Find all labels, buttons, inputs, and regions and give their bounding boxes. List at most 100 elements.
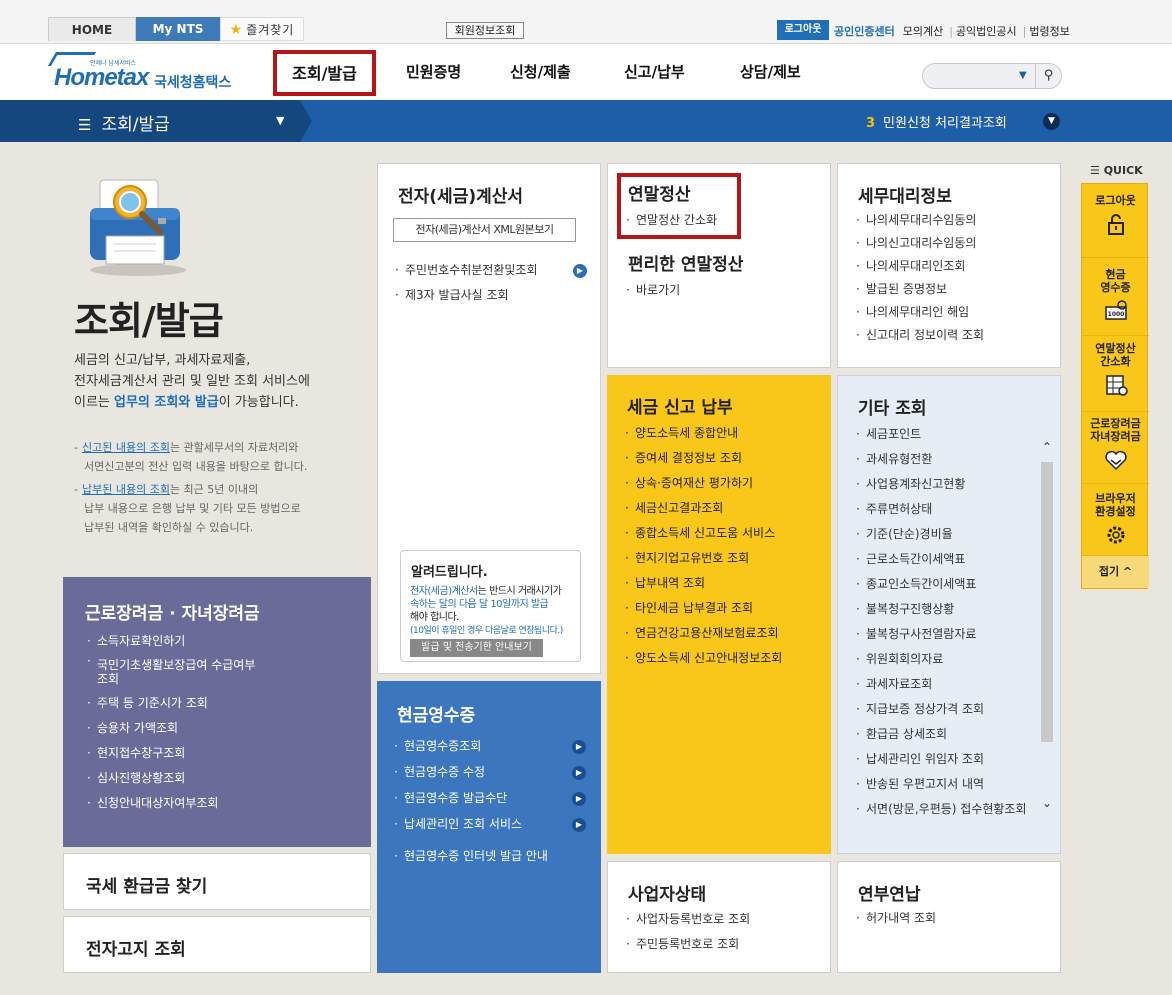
arrow-right-icon[interactable]: ▶: [572, 818, 586, 832]
list-item[interactable]: 나의세무대리인조회: [854, 255, 984, 278]
list-item[interactable]: 납세관리인 위임자 조회: [854, 747, 1040, 772]
card-tax-refund[interactable]: 국세 환급금 찾기: [63, 853, 371, 910]
scrollbar-thumb[interactable]: [1041, 462, 1053, 742]
arrow-right-icon[interactable]: ▶: [572, 766, 586, 780]
card-e-notice[interactable]: 전자고지 조회: [63, 916, 371, 973]
list-item[interactable]: 증여세 결정정보 조회: [623, 446, 782, 471]
list-item[interactable]: 서면(방문,우편등) 접수현황조회: [854, 797, 1040, 822]
alert-box: 알려드립니다. 전자(세금)계산서는 반드시 거래시기가 속하는 달의 다음 달…: [400, 550, 581, 662]
logout-button[interactable]: 로그아웃: [777, 20, 829, 40]
list-item[interactable]: 기준(단순)경비율: [854, 522, 1040, 547]
list-item[interactable]: 납부내역 조회: [623, 571, 782, 596]
list-item[interactable]: 종합소득세 신고도움 서비스: [623, 521, 782, 546]
list-item[interactable]: 심사진행상황조회: [85, 766, 255, 791]
list-item[interactable]: 위원회회의자료: [854, 647, 1040, 672]
list-item[interactable]: 현금영수증조회: [392, 733, 548, 759]
list-item[interactable]: 세금신고결과조회: [623, 496, 782, 521]
subnav-notice[interactable]: 3 민원신청 처리결과조회: [866, 112, 1007, 131]
tab-home[interactable]: HOME: [48, 17, 136, 41]
arrow-right-icon[interactable]: ▶: [572, 792, 586, 806]
search-input[interactable]: ▼ ⚲: [922, 63, 1062, 89]
gnb-consult-report[interactable]: 상담/제보: [740, 44, 801, 100]
link-cert-center[interactable]: 공인인증센터: [834, 25, 895, 38]
member-info-button[interactable]: 회원정보조회: [446, 22, 524, 39]
list-item[interactable]: 납세관리인 조회 서비스: [392, 811, 548, 837]
list-item[interactable]: 주민등록번호로 조회: [624, 932, 750, 957]
subnav-menu-button[interactable]: ☰ 조회/발급: [78, 110, 170, 135]
list-item[interactable]: 승용차 가액조회: [85, 716, 255, 741]
deadline-guide-button[interactable]: 발급 및 전송기한 안내보기: [410, 639, 543, 657]
list-item[interactable]: 현금영수증 발급수단: [392, 785, 548, 811]
list-item[interactable]: 과세유형전환: [854, 447, 1040, 472]
scrollbar[interactable]: ⌃ ⌄: [1039, 440, 1055, 822]
expand-circle-icon[interactable]: ▼: [1043, 113, 1060, 130]
arrow-right-icon[interactable]: ▶: [573, 264, 587, 278]
caret-down-icon[interactable]: ▼: [276, 114, 284, 127]
list-item[interactable]: 제3자 발급사실 조회: [393, 283, 537, 308]
list-item[interactable]: 사업용계좌신고현황: [854, 472, 1040, 497]
scroll-down-icon[interactable]: ⌄: [1039, 796, 1055, 812]
list-item[interactable]: 연금건강고용산재보험료조회: [623, 621, 782, 646]
list-item[interactable]: 양도소득세 종합안내: [623, 421, 782, 446]
gnb-inquiry-issue[interactable]: 조회/발급: [273, 50, 376, 96]
list-item[interactable]: 허가내역 조회: [854, 906, 936, 931]
search-icon[interactable]: ⚲: [1035, 64, 1061, 88]
list-item[interactable]: 주민번호수취분전환및조회: [393, 258, 537, 283]
xml-view-button[interactable]: 전자(세금)계산서 XML원본보기: [393, 218, 576, 242]
gnb-apply-submit[interactable]: 신청/제출: [510, 44, 571, 100]
list-item[interactable]: 상속·증여재산 평가하기: [623, 471, 782, 496]
list-item[interactable]: 현지기업고유번호 조회: [623, 546, 782, 571]
quick-browser-settings[interactable]: 브라우저 환경설정: [1082, 484, 1149, 556]
link-mock-calc[interactable]: 모의계산: [903, 25, 943, 38]
card-installment-payment: 연부연납 허가내역 조회: [837, 861, 1061, 973]
scroll-up-icon[interactable]: ⌃: [1039, 440, 1055, 456]
divider: |: [949, 25, 953, 38]
tab-my-nts[interactable]: My NTS: [136, 17, 220, 41]
arrow-right-icon[interactable]: ▶: [572, 740, 586, 754]
list-item[interactable]: 현금영수증 수정: [392, 759, 548, 785]
list-item[interactable]: 소득자료확인하기: [85, 629, 255, 654]
list-item[interactable]: 사업자등록번호로 조회: [624, 907, 750, 932]
link-law-info[interactable]: 법령정보: [1029, 25, 1069, 38]
list-item[interactable]: 종교인소득간이세액표: [854, 572, 1040, 597]
list-item[interactable]: 나의세무대리수임동의: [854, 209, 984, 232]
quick-year-end-simple[interactable]: 연말정산 간소화: [1082, 336, 1149, 412]
quick-earned-income-credit[interactable]: 근로장려금 자녀장려금: [1082, 412, 1149, 484]
list-item[interactable]: 타인세금 납부결과 조회: [623, 596, 782, 621]
list-item[interactable]: 주택 등 기준시가 조회: [85, 691, 255, 716]
list-item[interactable]: 주류면허상태: [854, 497, 1040, 522]
list-item[interactable]: 세금포인트: [854, 422, 1040, 447]
list-item[interactable]: 지급보증 정상가격 조회: [854, 697, 1040, 722]
quick-cash-receipt[interactable]: 현금 영수증 1000: [1082, 258, 1149, 336]
list-item[interactable]: 근로소득간이세액표: [854, 547, 1040, 572]
quick-logout[interactable]: 로그아웃: [1082, 184, 1149, 258]
list-item[interactable]: 신청안내대상자여부조회: [85, 791, 255, 816]
logo-korean: 국세청홈택스: [154, 75, 232, 91]
list-item[interactable]: 환급금 상세조회: [854, 722, 1040, 747]
gnb-civil-cert[interactable]: 민원증명: [406, 44, 461, 100]
favorites-label: 즐겨찾기: [246, 23, 295, 37]
svg-text:1000: 1000: [1107, 311, 1124, 318]
list-item[interactable]: 발급된 증명정보: [854, 278, 984, 301]
list-item[interactable]: 나의세무대리인 해임: [854, 301, 984, 324]
list-item[interactable]: 양도소득세 신고안내정보조회: [623, 646, 782, 671]
list-item[interactable]: 연말정산 간소화: [624, 208, 717, 233]
list-item[interactable]: 나의신고대리수임동의: [854, 232, 984, 255]
list-item[interactable]: 신고대리 정보이력 조회: [854, 324, 984, 347]
dropdown-arrow-icon[interactable]: ▼: [1019, 70, 1027, 81]
quick-fold-button[interactable]: 접기 ^: [1082, 556, 1149, 588]
gnb-report-pay[interactable]: 신고/납부: [624, 44, 685, 100]
list-item[interactable]: 바로가기: [624, 278, 680, 303]
list-item[interactable]: 현금영수증 인터넷 발급 안내: [392, 843, 548, 869]
list-item[interactable]: 불복청구사전열람자료: [854, 622, 1040, 647]
list-item[interactable]: 불복청구진행상황: [854, 597, 1040, 622]
link-public-corp[interactable]: 공익법인공시: [956, 25, 1017, 38]
card-title: 국세 환급금 찾기: [86, 877, 208, 897]
list-item[interactable]: 과세자료조회: [854, 672, 1040, 697]
scroll-list[interactable]: 세금포인트 과세유형전환 사업용계좌신고현황 주류면허상태 기준(단순)경비율 …: [854, 422, 1040, 822]
list-item[interactable]: 반송된 우편고지서 내역: [854, 772, 1040, 797]
list-item[interactable]: 국민기초생활보장급여 수급여부조회: [85, 654, 255, 691]
hometax-logo[interactable]: 언제나 납세서비스 Hometax 국세청홈택스: [47, 50, 248, 94]
tab-favorites[interactable]: ★ 즐겨찾기: [220, 17, 304, 41]
list-item[interactable]: 현지접수창구조회: [85, 741, 255, 766]
